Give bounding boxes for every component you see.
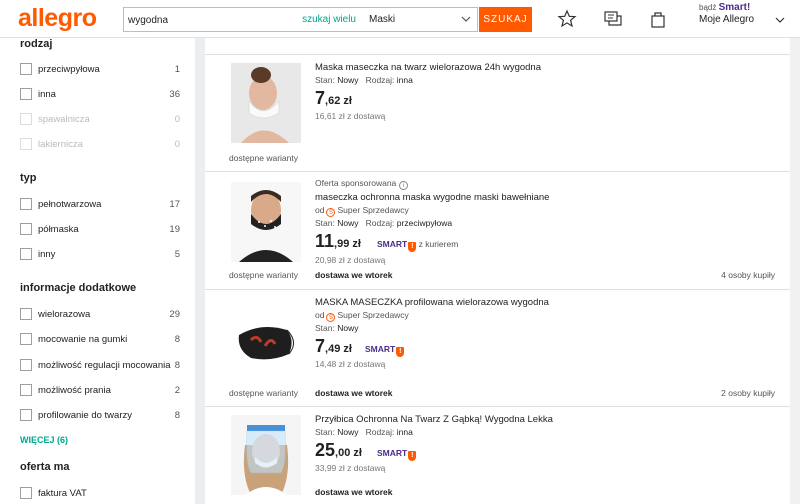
super-seller-icon: S: [326, 208, 336, 217]
checkbox[interactable]: [20, 308, 32, 320]
show-more-link[interactable]: WIĘCEJ (6): [20, 435, 68, 445]
offer-item[interactable]: dostępne warianty Oferta sponsorowana i m…: [205, 171, 795, 289]
offer-price: 7,62 zł: [315, 88, 352, 108]
smart-promo: bądź Smart!: [699, 2, 751, 13]
checkbox[interactable]: [20, 359, 32, 371]
chevron-down-icon: [775, 17, 785, 23]
filter-option: lakiernicza 0: [20, 138, 180, 152]
filter-option[interactable]: mocowanie na gumki 8: [20, 333, 180, 347]
price-with-shipping: 33,99 zł z dostawą: [315, 463, 386, 473]
offer-item[interactable]: dostępne warianty Maska maseczka na twar…: [205, 54, 795, 171]
offer-params: Stan: Nowy Rodzaj: inna: [315, 427, 413, 437]
filter-heading-rodzaj: rodzaj: [20, 38, 53, 50]
filters-sidebar: rodzaj przeciwpyłowa 1 inna 36 spawalnic…: [0, 38, 195, 504]
filter-option[interactable]: półmaska 19: [20, 223, 180, 237]
checkbox[interactable]: [20, 487, 32, 499]
product-image[interactable]: [231, 300, 301, 380]
checkbox[interactable]: [20, 409, 32, 421]
delivery-info: dostawa we wtorek: [315, 487, 393, 497]
filter-option[interactable]: możliwość prania 2: [20, 384, 180, 398]
filter-option[interactable]: faktura VAT: [20, 487, 180, 501]
filter-heading-typ: typ: [20, 172, 37, 184]
page-scrollbar[interactable]: [790, 38, 800, 504]
search-input[interactable]: [128, 12, 298, 28]
buyers-count: 4 osoby kupiły: [721, 270, 775, 280]
checkbox[interactable]: [20, 333, 32, 345]
product-image[interactable]: [231, 182, 301, 262]
seller-badge: od S Super Sprzedawcy: [315, 205, 409, 217]
smart-badge: SMART!: [377, 448, 417, 461]
delivery-info: dostawa we wtorek: [315, 270, 393, 280]
search-box[interactable]: szukaj wielu: [123, 7, 363, 32]
variants-label[interactable]: dostępne warianty: [229, 153, 298, 163]
filter-option[interactable]: wielorazowa 29: [20, 308, 180, 322]
search-button[interactable]: SZUKAJ: [479, 7, 532, 32]
filter-heading-oferta: oferta ma: [20, 461, 70, 473]
top-header: allegro szukaj wielu Maski SZUKAJ bądź S…: [0, 0, 800, 38]
offer-params: Stan: Nowy Rodzaj: przeciwpyłowa: [315, 218, 453, 228]
checkbox[interactable]: [20, 384, 32, 396]
product-image[interactable]: [231, 415, 301, 495]
account-menu[interactable]: bądź Smart! Moje Allegro: [699, 2, 795, 32]
filter-option[interactable]: inna 36: [20, 88, 180, 102]
price-with-shipping: 14,48 zł z dostawą: [315, 359, 386, 369]
filters-scroll-area[interactable]: rodzaj przeciwpyłowa 1 inna 36 spawalnic…: [0, 38, 195, 504]
filter-option: spawalnicza 0: [20, 113, 180, 127]
offer-title[interactable]: MASKA MASECZKA profilowana wielorazowa w…: [315, 297, 549, 308]
chevron-down-icon: [461, 16, 471, 22]
seller-badge: od S Super Sprzedawcy: [315, 310, 409, 322]
filter-option[interactable]: możliwość regulacji mocowania 8: [20, 359, 180, 373]
info-icon[interactable]: i: [399, 181, 409, 190]
offer-price: 7,49 zł: [315, 336, 352, 356]
offer-params: Stan: Nowy: [315, 323, 359, 333]
smart-badge: SMART!: [365, 344, 405, 357]
offer-item[interactable]: dostępne warianty MASKA MASECZKA profilo…: [205, 289, 795, 406]
category-select[interactable]: Maski: [362, 7, 478, 32]
filter-option[interactable]: pełnotwarzowa 17: [20, 198, 180, 212]
checkbox[interactable]: [20, 88, 32, 100]
buyers-count: 2 osoby kupiły: [721, 388, 775, 398]
my-allegro-label: Moje Allegro: [699, 14, 755, 25]
checkbox[interactable]: [20, 223, 32, 235]
smart-badge: SMART! z kurierem: [377, 239, 459, 252]
offer-title[interactable]: Przyłbica Ochronna Na Twarz Z Gąbką! Wyg…: [315, 414, 553, 425]
offer-title[interactable]: Maska maseczka na twarz wielorazowa 24h …: [315, 62, 541, 73]
price-with-shipping: 16,61 zł z dostawą: [315, 111, 386, 121]
checkbox[interactable]: [20, 198, 32, 210]
cart-bag-icon[interactable]: [648, 9, 668, 29]
checkbox: [20, 138, 32, 150]
checkbox[interactable]: [20, 63, 32, 75]
filter-option[interactable]: inny 5: [20, 248, 180, 262]
filter-option[interactable]: przeciwpyłowa 1: [20, 63, 180, 77]
offer-price: 25,00 zł: [315, 440, 362, 460]
delivery-info: dostawa we wtorek: [315, 388, 393, 398]
offer-item[interactable]: Przyłbica Ochronna Na Twarz Z Gąbką! Wyg…: [205, 406, 795, 504]
super-seller-icon: S: [326, 313, 336, 322]
variants-label[interactable]: dostępne warianty: [229, 388, 298, 398]
product-image[interactable]: [231, 63, 301, 143]
category-value: Maski: [369, 14, 396, 25]
offer-price: 11,99 zł: [315, 231, 361, 251]
allegro-logo[interactable]: allegro: [18, 4, 97, 33]
price-with-shipping: 20,98 zł z dostawą: [315, 255, 386, 265]
filter-option[interactable]: profilowanie do twarzy 8: [20, 409, 180, 423]
offers-list: dostępne warianty Maska maseczka na twar…: [205, 38, 795, 504]
offer-title[interactable]: maseczka ochronna maska wygodne maski ba…: [315, 192, 549, 203]
filter-heading-informacje: informacje dodatkowe: [20, 282, 137, 294]
search-within-link[interactable]: szukaj wielu: [302, 14, 356, 25]
offer-params: Stan: Nowy Rodzaj: inna: [315, 75, 413, 85]
messages-icon[interactable]: [603, 9, 623, 29]
checkbox[interactable]: [20, 248, 32, 260]
star-icon[interactable]: [557, 9, 577, 29]
sponsored-label: Oferta sponsorowana i: [315, 178, 409, 190]
variants-label[interactable]: dostępne warianty: [229, 270, 298, 280]
checkbox: [20, 113, 32, 125]
